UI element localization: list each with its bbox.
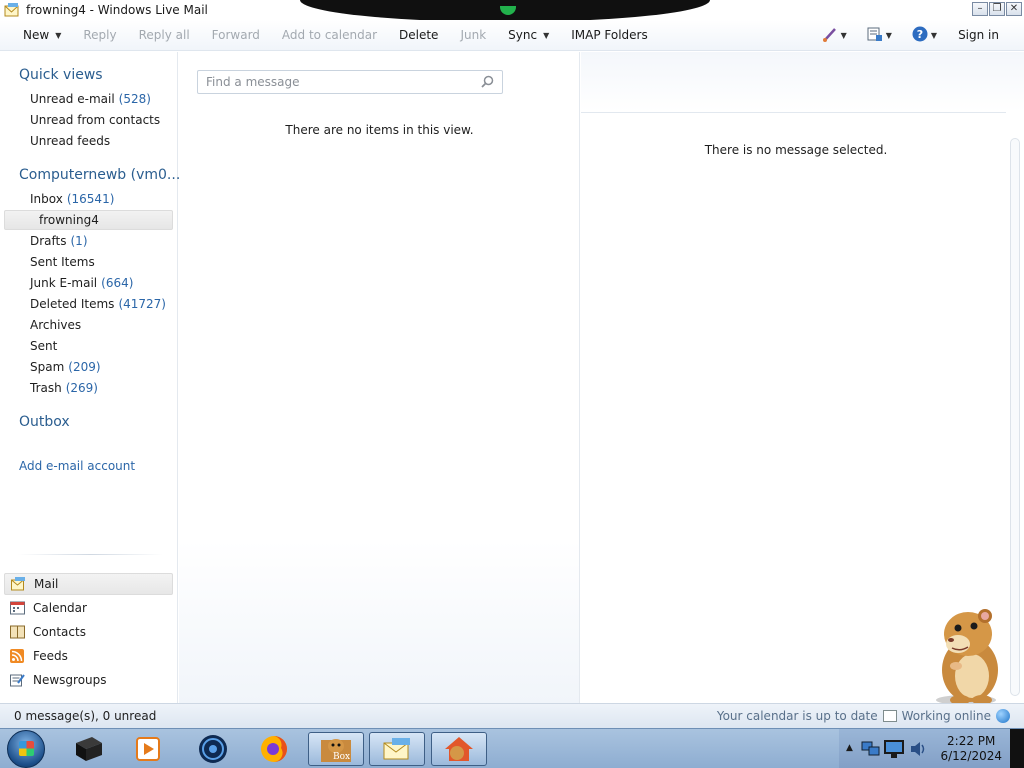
box-app-label: Box: [333, 752, 351, 762]
reply-all-button[interactable]: Reply all: [128, 20, 201, 50]
taskbar-clock[interactable]: 2:22 PM 6/12/2024: [940, 734, 1002, 764]
folder-sent[interactable]: Sent: [30, 339, 57, 353]
taskbar-app-hamster-home[interactable]: [431, 732, 487, 766]
module-contacts[interactable]: Contacts: [4, 621, 173, 643]
windows-live-mail-icon: [4, 3, 20, 17]
quick-view-unread-feeds[interactable]: Unread feeds: [30, 134, 110, 148]
taskbar-app-firefox[interactable]: [246, 732, 302, 766]
show-desktop-button[interactable]: [1010, 729, 1024, 768]
show-hidden-icons-icon[interactable]: ▲: [846, 743, 853, 753]
help-icon: ?: [912, 26, 928, 45]
folder-deleted-items[interactable]: Deleted Items (41727): [30, 297, 166, 311]
add-to-calendar-button[interactable]: Add to calendar: [271, 20, 388, 50]
message-list-pane: There are no items in this view.: [179, 52, 580, 703]
module-mail[interactable]: Mail: [4, 573, 173, 595]
speaker-icon[interactable]: [909, 740, 927, 761]
taskbar-app-media-player[interactable]: [120, 732, 176, 766]
minimize-icon[interactable]: –: [972, 2, 988, 16]
command-toolbar: New ▼ Reply Reply all Forward Add to cale…: [0, 20, 1024, 51]
contacts-icon: [10, 625, 25, 639]
color-scheme-button[interactable]: ▼: [812, 20, 857, 50]
reading-pane-divider: [581, 112, 1006, 113]
chevron-down-icon: ▼: [543, 30, 550, 40]
taskbar-app-box[interactable]: Box: [308, 732, 364, 766]
window-controls: – ❐ ✕: [972, 2, 1022, 16]
folder-frowning4[interactable]: frowning4: [39, 213, 99, 227]
folder-pane: Quick views Unread e-mail (528) Unread fr…: [0, 52, 180, 703]
folder-trash[interactable]: Trash (269): [30, 381, 98, 395]
account-heading[interactable]: Computernewb (vm0...: [19, 167, 180, 183]
search-icon[interactable]: [481, 75, 494, 91]
outbox-heading[interactable]: Outbox: [19, 414, 70, 430]
search-input[interactable]: [206, 75, 476, 89]
add-email-account-link[interactable]: Add e-mail account: [19, 459, 135, 473]
taskbar-app-globe[interactable]: [185, 732, 241, 766]
clock-time: 2:22 PM: [947, 734, 996, 748]
message-list-empty-text: There are no items in this view.: [285, 123, 474, 137]
reading-pane-empty-text: There is no message selected.: [704, 143, 888, 157]
calendar-status: Your calendar is up to date: [716, 709, 878, 723]
status-bar: 0 message(s), 0 unread Your calendar is …: [0, 703, 1024, 728]
reading-pane-scrollbar[interactable]: [1010, 138, 1020, 696]
folder-archives[interactable]: Archives: [30, 318, 81, 332]
module-calendar[interactable]: Calendar: [4, 597, 173, 619]
paintbrush-icon: [822, 26, 838, 45]
module-newsgroups[interactable]: Newsgroups: [4, 669, 173, 691]
system-tray: ▲ 2:22 PM 6/12/2024: [839, 729, 1024, 768]
folder-junk-email[interactable]: Junk E-mail (664): [30, 276, 133, 290]
quick-view-unread-from-contacts[interactable]: Unread from contacts: [30, 113, 160, 127]
monitor-icon[interactable]: [883, 739, 905, 762]
chevron-down-icon: ▼: [930, 30, 938, 40]
search-box: [197, 70, 503, 94]
folder-sent-items[interactable]: Sent Items: [30, 255, 95, 269]
network-icon[interactable]: [861, 740, 881, 761]
delete-button[interactable]: Delete: [388, 20, 449, 50]
chevron-down-icon: ▼: [885, 30, 892, 40]
globe-icon: [996, 709, 1010, 723]
new-button[interactable]: New ▼: [0, 20, 72, 50]
folder-drafts[interactable]: Drafts (1): [30, 234, 88, 248]
folder-inbox[interactable]: Inbox (16541): [30, 192, 114, 206]
window-title: frowning4 - Windows Live Mail: [26, 3, 208, 17]
chevron-down-icon: ▼: [840, 30, 847, 40]
feeds-icon: [10, 649, 25, 663]
menu-button[interactable]: ▼: [857, 20, 902, 50]
sync-button[interactable]: Sync ▼: [497, 20, 560, 50]
nav-divider: [18, 554, 163, 555]
menu-icon: [867, 26, 883, 45]
taskbar: Box ▲ 2:22 PM 6/12/2024: [0, 728, 1024, 768]
mail-icon: [11, 577, 26, 591]
chevron-down-icon: ▼: [55, 30, 62, 40]
restore-icon[interactable]: ❐: [989, 2, 1005, 16]
reply-button[interactable]: Reply: [72, 20, 127, 50]
newsgroups-icon: [10, 673, 25, 687]
taskbar-app-black-box[interactable]: [60, 732, 116, 766]
calendar-icon: [882, 710, 897, 722]
close-icon[interactable]: ✕: [1006, 2, 1022, 16]
taskbar-app-windows-live-mail[interactable]: [369, 732, 425, 766]
start-button[interactable]: [7, 730, 45, 768]
quick-views-heading[interactable]: Quick views: [19, 67, 103, 83]
junk-button[interactable]: Junk: [449, 20, 497, 50]
forward-button[interactable]: Forward: [201, 20, 271, 50]
svg-text:?: ?: [917, 28, 923, 41]
hamster-mascot: [922, 604, 1008, 708]
quick-view-unread-email[interactable]: Unread e-mail (528): [30, 92, 151, 106]
module-feeds[interactable]: Feeds: [4, 645, 173, 667]
clock-date: 6/12/2024: [940, 749, 1002, 763]
calendar-icon: [10, 601, 25, 615]
sign-in-button[interactable]: Sign in: [947, 20, 1024, 50]
help-button[interactable]: ? ▼: [902, 20, 947, 50]
imap-folders-button[interactable]: IMAP Folders: [560, 20, 659, 50]
green-indicator-icon: [500, 6, 516, 15]
online-status[interactable]: Working online: [902, 709, 991, 723]
message-count-status: 0 message(s), 0 unread: [14, 709, 157, 723]
folder-spam[interactable]: Spam (209): [30, 360, 101, 374]
